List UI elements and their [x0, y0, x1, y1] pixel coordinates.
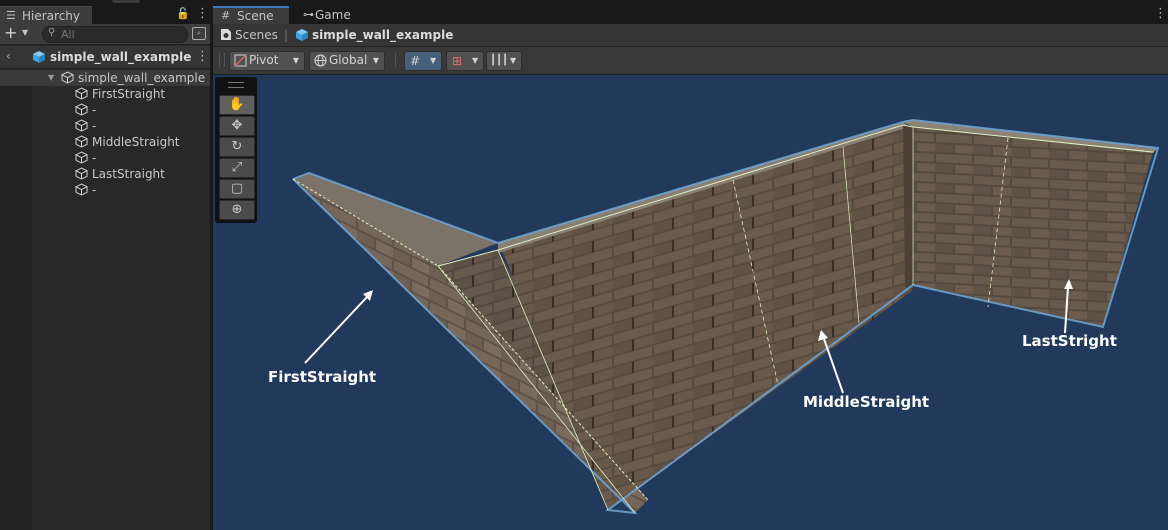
tree-item[interactable]: FirstStraight [0, 86, 210, 102]
globe-icon [314, 54, 327, 67]
search-by-type-icon[interactable]: ⌕ [192, 27, 206, 40]
tree-item[interactable]: - [0, 182, 210, 198]
hierarchy-search-input[interactable] [61, 27, 179, 42]
tree-item-label: - [92, 103, 97, 117]
breadcrumb-root[interactable]: Scenes [235, 28, 278, 42]
tab-scene-label: Scene [237, 9, 274, 23]
transform-tool-icon[interactable]: ⊕ [219, 200, 255, 220]
scene-tabbar: # Scene ⊶ Game ⋮ [213, 6, 1168, 24]
scene-menu-icon[interactable]: ⋮ [1154, 6, 1167, 21]
snap-icon: ⊞ [452, 54, 463, 68]
tool-palette: ✋ ✥ ↻ ⤢ ▢ ⊕ [215, 77, 257, 223]
grid-icon: # [221, 9, 231, 22]
tab-game[interactable]: ⊶ Game [295, 6, 365, 24]
tree-item[interactable]: LastStraight [0, 166, 210, 182]
hierarchy-tabbar: ☰ Hierarchy 🔓 ⋮ [0, 6, 210, 25]
toolbar-grip[interactable] [219, 53, 225, 67]
palette-handle[interactable] [228, 82, 244, 88]
rotate-tool-icon[interactable]: ↻ [219, 137, 255, 157]
scene-viewport[interactable]: FirstStraight MiddleStraight LastStright… [213, 75, 1168, 530]
scene-header[interactable]: ‹ simple_wall_example ⋮ [0, 46, 210, 69]
unity-scene-icon [296, 29, 308, 41]
tree-item[interactable]: ▼ simple_wall_example [0, 70, 210, 86]
breadcrumb-separator: | [284, 28, 289, 42]
chevron-down-icon: ▼ [430, 56, 437, 65]
rect-tool-icon[interactable]: ▢ [219, 179, 255, 199]
ruler-button[interactable]: ┃┃┃ ▼ [486, 51, 522, 71]
search-icon: ⚲ [48, 27, 56, 38]
tab-scene[interactable]: # Scene [213, 6, 289, 24]
window-handle [112, 0, 140, 3]
ruler-icon: ┃┃┃ [490, 55, 509, 66]
toolbar-divider [395, 53, 396, 67]
tree-item-label: - [92, 183, 97, 197]
gameobject-icon [75, 87, 88, 100]
tree-item[interactable]: - [0, 102, 210, 118]
fold-arrow-icon[interactable]: ▼ [48, 73, 54, 82]
gameobject-icon [75, 151, 88, 164]
tree-item[interactable]: - [0, 118, 210, 134]
chevron-down-icon[interactable]: ▼ [22, 28, 28, 37]
scene-toolbar: Pivot ▼ Global ▼ # ▼ ⊞ ▼ ┃┃┃ ▼ [213, 47, 1168, 75]
tree-item-label: LastStraight [92, 167, 165, 181]
annotation-first-straight: FirstStraight [268, 368, 377, 386]
tree-item-label: simple_wall_example [78, 71, 206, 85]
wall-render [292, 118, 1160, 515]
move-tool-icon[interactable]: ✥ [219, 116, 255, 136]
tree-item[interactable]: - [0, 150, 210, 166]
space-dropdown[interactable]: Global ▼ [309, 51, 385, 71]
hierarchy-menu-icon[interactable]: ⋮ [196, 6, 209, 21]
scale-tool-icon[interactable]: ⤢ [219, 158, 255, 178]
tab-game-label: Game [315, 8, 351, 22]
tree-item-label: - [92, 151, 97, 165]
grid-snap-icon: # [410, 54, 421, 68]
tab-hierarchy-label: Hierarchy [22, 9, 81, 23]
breadcrumb-current[interactable]: simple_wall_example [312, 28, 453, 42]
lock-icon[interactable]: 🔓 [176, 7, 190, 20]
chevron-down-icon: ▼ [372, 56, 379, 65]
gameobject-icon [75, 183, 88, 196]
scene-panel: # Scene ⊶ Game ⋮ Scenes | simple_wall_ex… [213, 6, 1168, 530]
list-icon: ☰ [6, 9, 16, 22]
scene-name: simple_wall_example [50, 50, 192, 64]
back-chevron-icon[interactable]: ‹ [6, 49, 11, 63]
hierarchy-toolbar: + ▼ ⚲ ⌕ [0, 24, 210, 45]
grid-snap-button[interactable]: # ▼ [404, 51, 442, 71]
scene-menu-icon[interactable]: ⋮ [196, 49, 209, 64]
pivot-dropdown[interactable]: Pivot ▼ [229, 51, 305, 71]
tree-item-label: MiddleStraight [92, 135, 180, 149]
gameobject-icon [75, 167, 88, 180]
chevron-down-icon: ▼ [472, 56, 479, 65]
scene-file-icon [221, 29, 231, 40]
unity-scene-icon [33, 51, 45, 63]
gameobject-icon [75, 135, 88, 148]
pivot-icon [234, 54, 247, 67]
gameobject-icon [75, 119, 88, 132]
tree-item-label: FirstStraight [92, 87, 166, 101]
gameobject-icon [75, 103, 88, 116]
annotation-middle-straight: MiddleStraight [803, 393, 930, 411]
space-label: Global [329, 53, 368, 67]
chevron-down-icon: ▼ [510, 56, 517, 65]
hierarchy-panel: ☰ Hierarchy 🔓 ⋮ + ▼ ⚲ ⌕ ‹ simple_wall_ex… [0, 6, 210, 530]
add-object-button[interactable]: + [4, 25, 17, 41]
tree-item-label: - [92, 119, 97, 133]
breadcrumb: Scenes | simple_wall_example [213, 24, 1168, 47]
hand-tool-icon[interactable]: ✋ [219, 95, 255, 115]
pivot-label: Pivot [249, 53, 279, 67]
increment-snap-button[interactable]: ⊞ ▼ [446, 51, 484, 71]
gamepad-icon: ⊶ [303, 8, 314, 21]
chevron-down-icon: ▼ [292, 56, 299, 65]
hierarchy-search: ⚲ [42, 26, 188, 43]
annotation-last-straight: LastStright [1022, 332, 1117, 350]
tree-item[interactable]: MiddleStraight [0, 134, 210, 150]
gameobject-icon [61, 71, 74, 84]
